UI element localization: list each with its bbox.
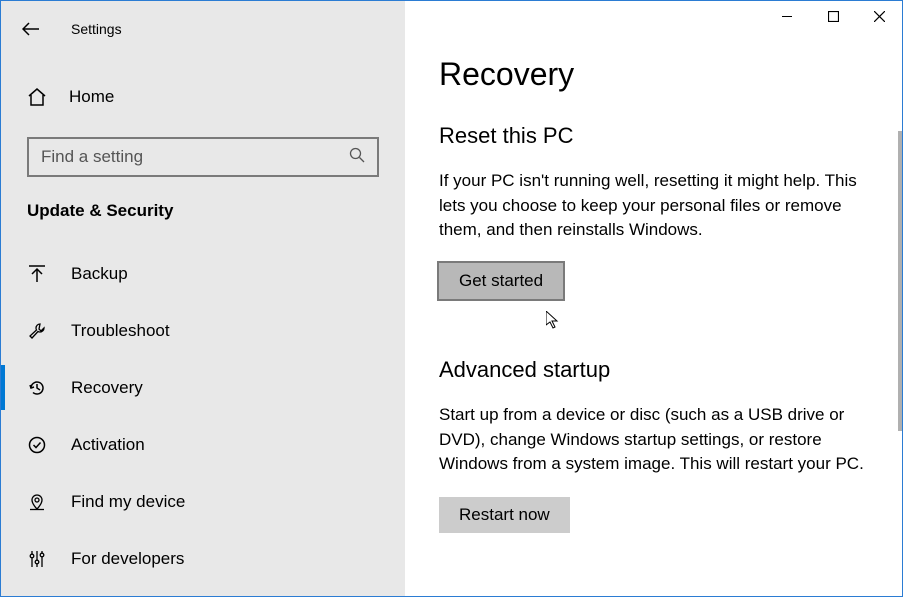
section-advanced-body: Start up from a device or disc (such as …: [439, 403, 869, 477]
home-label: Home: [69, 87, 114, 107]
section-reset-body: If your PC isn't running well, resetting…: [439, 169, 869, 243]
wrench-icon: [27, 321, 47, 341]
check-circle-icon: [27, 435, 47, 455]
backup-icon: [27, 264, 47, 284]
page-title: Recovery: [439, 56, 870, 93]
back-button[interactable]: [21, 19, 41, 39]
sidebar-item-find-my-device[interactable]: Find my device: [1, 473, 405, 530]
scrollbar[interactable]: [898, 131, 902, 431]
search-box[interactable]: [27, 137, 379, 177]
sidebar-item-label: Backup: [71, 264, 128, 284]
search-icon: [349, 147, 365, 168]
arrow-left-icon: [22, 22, 40, 36]
main-content: Recovery Reset this PC If your PC isn't …: [405, 1, 902, 596]
nav-list: Backup Troubleshoot Recovery Activation: [1, 245, 405, 587]
sidebar-item-troubleshoot[interactable]: Troubleshoot: [1, 302, 405, 359]
sidebar-item-for-developers[interactable]: For developers: [1, 530, 405, 587]
sidebar-item-recovery[interactable]: Recovery: [1, 359, 405, 416]
window-title: Settings: [71, 21, 122, 37]
get-started-button[interactable]: Get started: [439, 263, 563, 299]
section-reset-title: Reset this PC: [439, 123, 870, 149]
home-icon: [27, 87, 47, 107]
search-input[interactable]: [41, 147, 349, 167]
home-nav[interactable]: Home: [1, 77, 405, 117]
sidebar: Settings Home Update & Security Backu: [1, 1, 405, 596]
location-icon: [27, 492, 47, 512]
sidebar-item-activation[interactable]: Activation: [1, 416, 405, 473]
minimize-button[interactable]: [764, 1, 810, 31]
category-heading: Update & Security: [1, 177, 405, 231]
sidebar-item-label: Recovery: [71, 378, 143, 398]
history-icon: [27, 378, 47, 398]
sidebar-item-label: Find my device: [71, 492, 185, 512]
sidebar-item-label: Activation: [71, 435, 145, 455]
close-button[interactable]: [856, 1, 902, 31]
sidebar-item-backup[interactable]: Backup: [1, 245, 405, 302]
maximize-button[interactable]: [810, 1, 856, 31]
restart-now-button[interactable]: Restart now: [439, 497, 570, 533]
section-advanced-title: Advanced startup: [439, 357, 870, 383]
sliders-icon: [27, 549, 47, 569]
sidebar-item-label: For developers: [71, 549, 184, 569]
sidebar-item-label: Troubleshoot: [71, 321, 170, 341]
window-controls: [764, 1, 902, 31]
